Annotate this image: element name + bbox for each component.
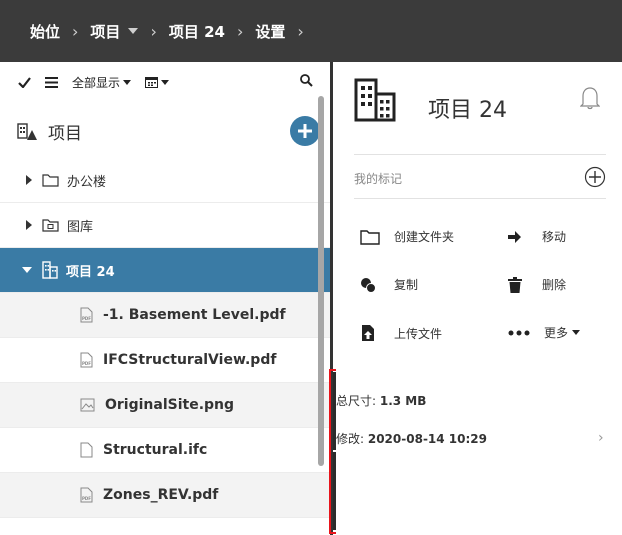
show-all-label: 全部显示 [72, 75, 121, 90]
calendar-dropdown[interactable] [145, 76, 170, 88]
list-view-button[interactable] [45, 76, 58, 88]
caret-down-icon [161, 79, 170, 85]
create-folder-button[interactable]: 创建文件夹 [360, 228, 454, 245]
file-name: OriginalSite.png [105, 397, 235, 413]
more-dropdown[interactable]: 更多 [508, 324, 581, 341]
delete-button[interactable]: 删除 [508, 276, 566, 293]
add-project-button[interactable] [290, 116, 320, 146]
file-item[interactable]: OriginalSite.png [0, 383, 330, 428]
tree-item-gallery[interactable]: 图库 [0, 203, 330, 248]
tree-item-office[interactable]: 办公楼 [0, 158, 330, 203]
size-value: 1.3 MB [379, 394, 427, 408]
file-item[interactable]: PDF -1. Basement Level.pdf [0, 293, 330, 338]
chevron-right-icon[interactable]: › [598, 430, 604, 446]
breadcrumb-projects[interactable]: 项目 [90, 21, 120, 42]
project-tree: 办公楼 图库 项目 24 PDF -1. Basement Level.pdf … [0, 158, 330, 518]
modified-value: 2020-08-14 10:29 [367, 432, 487, 446]
folder-icon [42, 174, 59, 187]
divider [354, 154, 606, 155]
more-label: 更多 [544, 326, 569, 340]
building-icon [42, 261, 58, 279]
plus-icon [298, 124, 312, 138]
gallery-folder-icon [42, 219, 59, 232]
pdf-file-icon: PDF [80, 307, 93, 323]
breadcrumb: 始位 › 项目 › 项目 24 › 设置 › [0, 0, 622, 62]
project-header: 项目 [0, 110, 330, 152]
tree-item-label: 图库 [67, 219, 94, 235]
file-name: Structural.ifc [103, 442, 208, 458]
arrow-right-icon [508, 230, 530, 243]
building-icon [354, 78, 396, 122]
detail-title: 项目 24 [428, 98, 507, 123]
more-dots-icon [508, 330, 532, 336]
upload-label: 上传文件 [394, 326, 443, 341]
plus-circle-icon [584, 166, 606, 188]
modified-date: 修改: 2020-08-14 10:29 [336, 430, 487, 447]
size-label: 总尺寸: [336, 394, 380, 408]
file-item[interactable]: Structural.ifc [0, 428, 330, 473]
file-item[interactable]: PDF Zones_REV.pdf [0, 473, 330, 518]
copy-button[interactable]: 复制 [360, 276, 418, 293]
move-label: 移动 [542, 230, 567, 244]
search-button[interactable] [300, 74, 313, 90]
svg-text:PDF: PDF [82, 496, 91, 501]
caret-down-icon[interactable] [128, 28, 139, 34]
file-name: IFCStructuralView.pdf [103, 352, 277, 368]
select-check-button[interactable] [18, 76, 31, 88]
file-name: -1. Basement Level.pdf [103, 307, 286, 323]
delete-label: 删除 [542, 278, 567, 292]
tree-item-label: 项目 24 [66, 264, 115, 280]
detail-panel: 项目 24 我的标记 创建文件夹 移动 复制 删除 上传文件 更多 总尺寸: 1… [336, 62, 622, 535]
svg-text:PDF: PDF [82, 361, 91, 366]
show-all-dropdown[interactable]: 全部显示 [72, 74, 132, 91]
folder-icon [360, 229, 382, 245]
toolbar: 全部显示 [0, 62, 330, 102]
bell-icon [579, 87, 601, 110]
copy-label: 复制 [394, 278, 419, 292]
search-icon [300, 74, 313, 87]
pdf-file-icon: PDF [80, 352, 93, 368]
calendar-icon [145, 77, 159, 88]
projects-icon [17, 123, 37, 140]
divider [354, 198, 606, 199]
create-folder-label: 创建文件夹 [394, 230, 455, 244]
modified-label: 修改: [336, 432, 368, 446]
chevron-right-icon: › [297, 21, 304, 41]
file-item[interactable]: PDF IFCStructuralView.pdf [0, 338, 330, 383]
file-name: Zones_REV.pdf [103, 487, 219, 503]
collapse-icon[interactable] [22, 267, 32, 273]
file-icon [80, 442, 93, 458]
add-tag-button[interactable] [584, 166, 606, 192]
chevron-right-icon: › [236, 21, 244, 41]
breadcrumb-home[interactable]: 始位 [30, 21, 60, 42]
image-file-icon [80, 398, 95, 412]
tree-item-project-24[interactable]: 项目 24 [0, 248, 330, 293]
check-icon [18, 76, 31, 88]
move-button[interactable]: 移动 [508, 228, 566, 245]
list-icon [45, 76, 58, 88]
expand-icon[interactable] [26, 175, 32, 185]
breadcrumb-project-24[interactable]: 项目 24 [169, 21, 225, 42]
notification-button[interactable] [579, 86, 601, 114]
caret-down-icon [123, 79, 132, 85]
expand-icon[interactable] [26, 220, 32, 230]
chevron-right-icon: › [72, 21, 79, 41]
left-panel: 全部显示 项目 办公楼 图库 项目 24 PDF -1. Basement Le… [0, 62, 330, 535]
my-tags-label[interactable]: 我的标记 [354, 170, 402, 187]
pdf-file-icon: PDF [80, 487, 93, 503]
tree-item-label: 办公楼 [67, 174, 107, 190]
upload-button[interactable]: 上传文件 [360, 324, 442, 342]
upload-file-icon [360, 324, 382, 342]
total-size: 总尺寸: 1.3 MB [336, 392, 426, 409]
breadcrumb-settings[interactable]: 设置 [255, 21, 285, 42]
copy-icon [360, 277, 382, 293]
tree-scrollbar[interactable] [318, 96, 324, 466]
chevron-right-icon: › [150, 21, 157, 41]
trash-icon [508, 276, 530, 293]
caret-down-icon [572, 330, 581, 335]
project-header-label: 项目 [48, 123, 82, 144]
svg-text:PDF: PDF [82, 316, 91, 321]
